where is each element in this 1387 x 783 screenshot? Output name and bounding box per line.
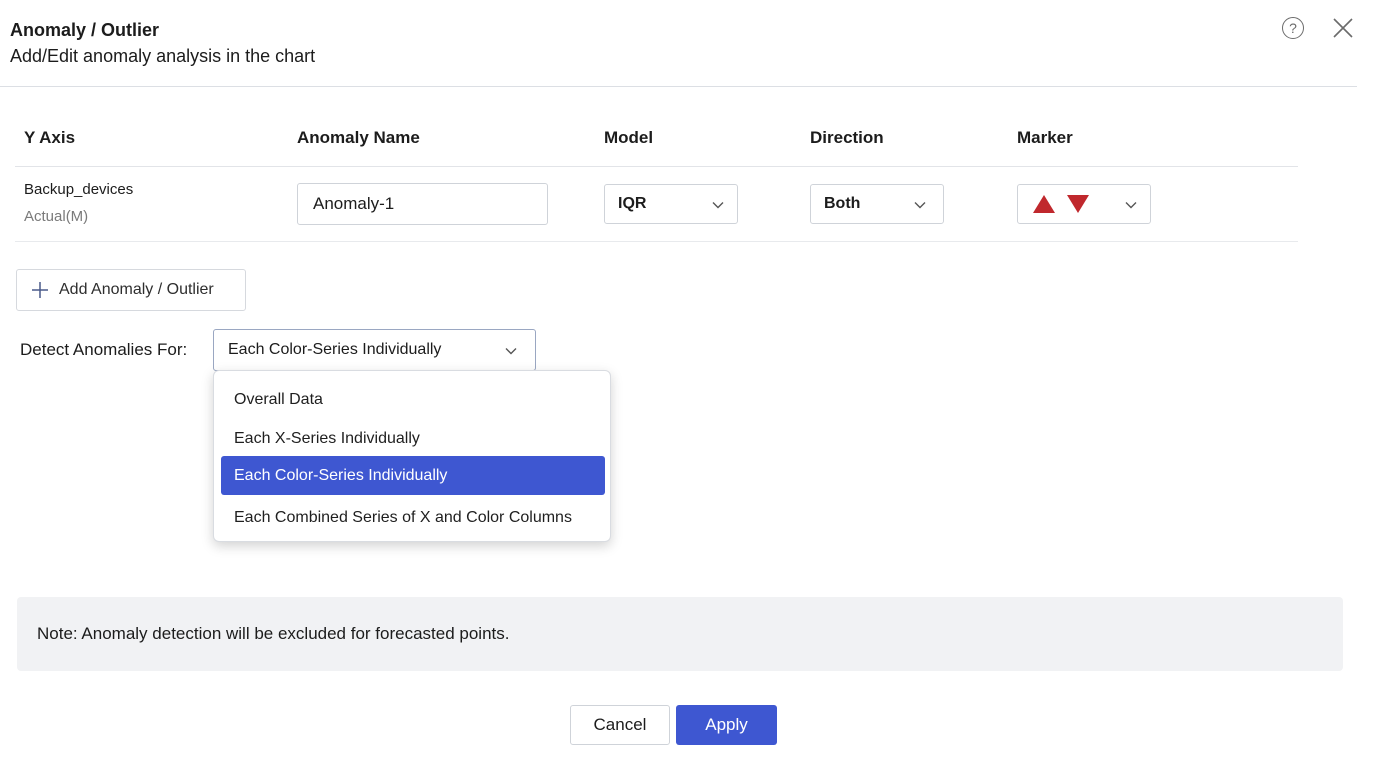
chevron-down-icon [1125, 202, 1137, 209]
add-anomaly-label: Add Anomaly / Outlier [59, 281, 214, 298]
dialog-title: Anomaly / Outlier [10, 20, 160, 40]
triangle-down-icon [1067, 195, 1089, 213]
dropdown-option-each-combined-series[interactable]: Each Combined Series of X and Color Colu… [221, 498, 605, 537]
cancel-button[interactable]: Cancel [570, 705, 670, 745]
column-header-y-axis: Y Axis [24, 128, 76, 147]
detect-anomalies-dropdown: Overall Data Each X-Series Individually … [213, 370, 611, 542]
direction-value: Both [824, 195, 861, 212]
chevron-down-icon [712, 202, 724, 209]
apply-button[interactable]: Apply [676, 705, 777, 745]
column-header-marker: Marker [1017, 128, 1073, 147]
detect-selected-value: Each Color-Series Individually [228, 341, 442, 358]
anomaly-name-field[interactable] [297, 183, 548, 225]
close-icon[interactable] [1331, 16, 1355, 40]
y-axis-subtitle: Actual(M) [24, 208, 89, 225]
plus-icon [32, 282, 48, 298]
anomaly-name-input[interactable] [311, 193, 547, 215]
header-divider [0, 86, 1357, 87]
row-divider [15, 241, 1298, 242]
dropdown-option-each-color-series[interactable]: Each Color-Series Individually [221, 456, 605, 495]
column-header-model: Model [604, 128, 654, 147]
chevron-down-icon [914, 202, 926, 209]
column-header-direction: Direction [810, 128, 884, 147]
triangle-up-icon [1033, 195, 1055, 213]
column-header-anomaly-name: Anomaly Name [297, 128, 420, 147]
dropdown-option-each-x-series[interactable]: Each X-Series Individually [221, 419, 605, 458]
model-value: IQR [618, 195, 647, 212]
detect-anomalies-select[interactable]: Each Color-Series Individually [213, 329, 536, 371]
marker-select[interactable] [1017, 184, 1151, 224]
question-circle-icon[interactable]: ? [1282, 17, 1304, 39]
dropdown-option-overall-data[interactable]: Overall Data [221, 380, 605, 419]
help-glyph: ? [1289, 20, 1297, 36]
detect-anomalies-label: Detect Anomalies For: [20, 340, 188, 359]
model-select[interactable]: IQR [604, 184, 738, 224]
dialog-subtitle: Add/Edit anomaly analysis in the chart [10, 46, 316, 66]
table-header [15, 118, 1298, 167]
y-axis-name: Backup_devices [24, 181, 134, 198]
note-text: Note: Anomaly detection will be excluded… [37, 624, 510, 643]
chevron-down-icon [505, 348, 517, 355]
direction-select[interactable]: Both [810, 184, 944, 224]
add-anomaly-button[interactable]: Add Anomaly / Outlier [16, 269, 246, 311]
